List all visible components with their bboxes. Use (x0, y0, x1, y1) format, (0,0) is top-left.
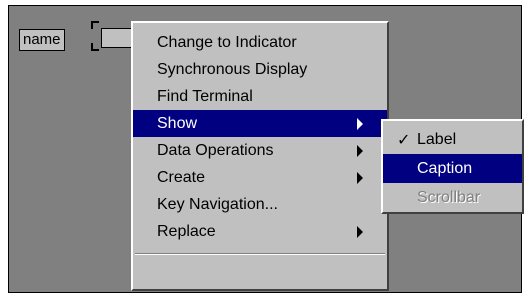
show-submenu: ✓ Label Caption Scrollbar (381, 119, 524, 214)
submenu-arrow-icon (357, 171, 363, 184)
menu-item-show[interactable]: Show (133, 110, 387, 137)
submenu-arrow-icon (357, 144, 363, 157)
menu-item-data-operations[interactable]: Data Operations (133, 137, 387, 164)
resize-handle-bottom-left[interactable] (91, 43, 99, 51)
resize-handle-top-left[interactable] (91, 21, 99, 29)
submenu-arrow-icon (357, 117, 363, 130)
menu-item-label: Data Operations (157, 142, 274, 159)
checkmark-icon: ✓ (397, 130, 411, 149)
submenu-item-text: Label (417, 131, 457, 148)
control-name-label[interactable]: name (19, 29, 65, 51)
menu-item-change-to-indicator[interactable]: Change to Indicator (133, 29, 387, 56)
menu-separator (135, 253, 385, 255)
menu-item-label: Show (157, 115, 198, 132)
submenu-item-text: Caption (417, 160, 473, 177)
submenu-item-label[interactable]: ✓ Label (383, 125, 522, 154)
menu-item-label: Key Navigation... (157, 196, 278, 213)
menu-item-key-navigation[interactable]: Key Navigation... (133, 191, 387, 218)
menu-item-replace[interactable]: Replace (133, 218, 387, 245)
submenu-item-caption[interactable]: Caption (383, 154, 522, 183)
submenu-item-text: Scrollbar (417, 189, 481, 206)
submenu-arrow-icon (357, 225, 363, 238)
menu-item-synchronous-display[interactable]: Synchronous Display (133, 56, 387, 83)
menu-item-label: Create (157, 169, 206, 186)
menu-item-find-terminal[interactable]: Find Terminal (133, 83, 387, 110)
menu-item-label: Synchronous Display (157, 61, 308, 78)
menu-item-label: Find Terminal (157, 88, 253, 105)
submenu-item-scrollbar: Scrollbar (383, 183, 522, 212)
menu-item-label: Change to Indicator (157, 34, 297, 51)
menu-item-create[interactable]: Create (133, 164, 387, 191)
menu-item-label: Replace (157, 223, 216, 240)
context-menu: Change to Indicator Synchronous Display … (131, 21, 389, 291)
